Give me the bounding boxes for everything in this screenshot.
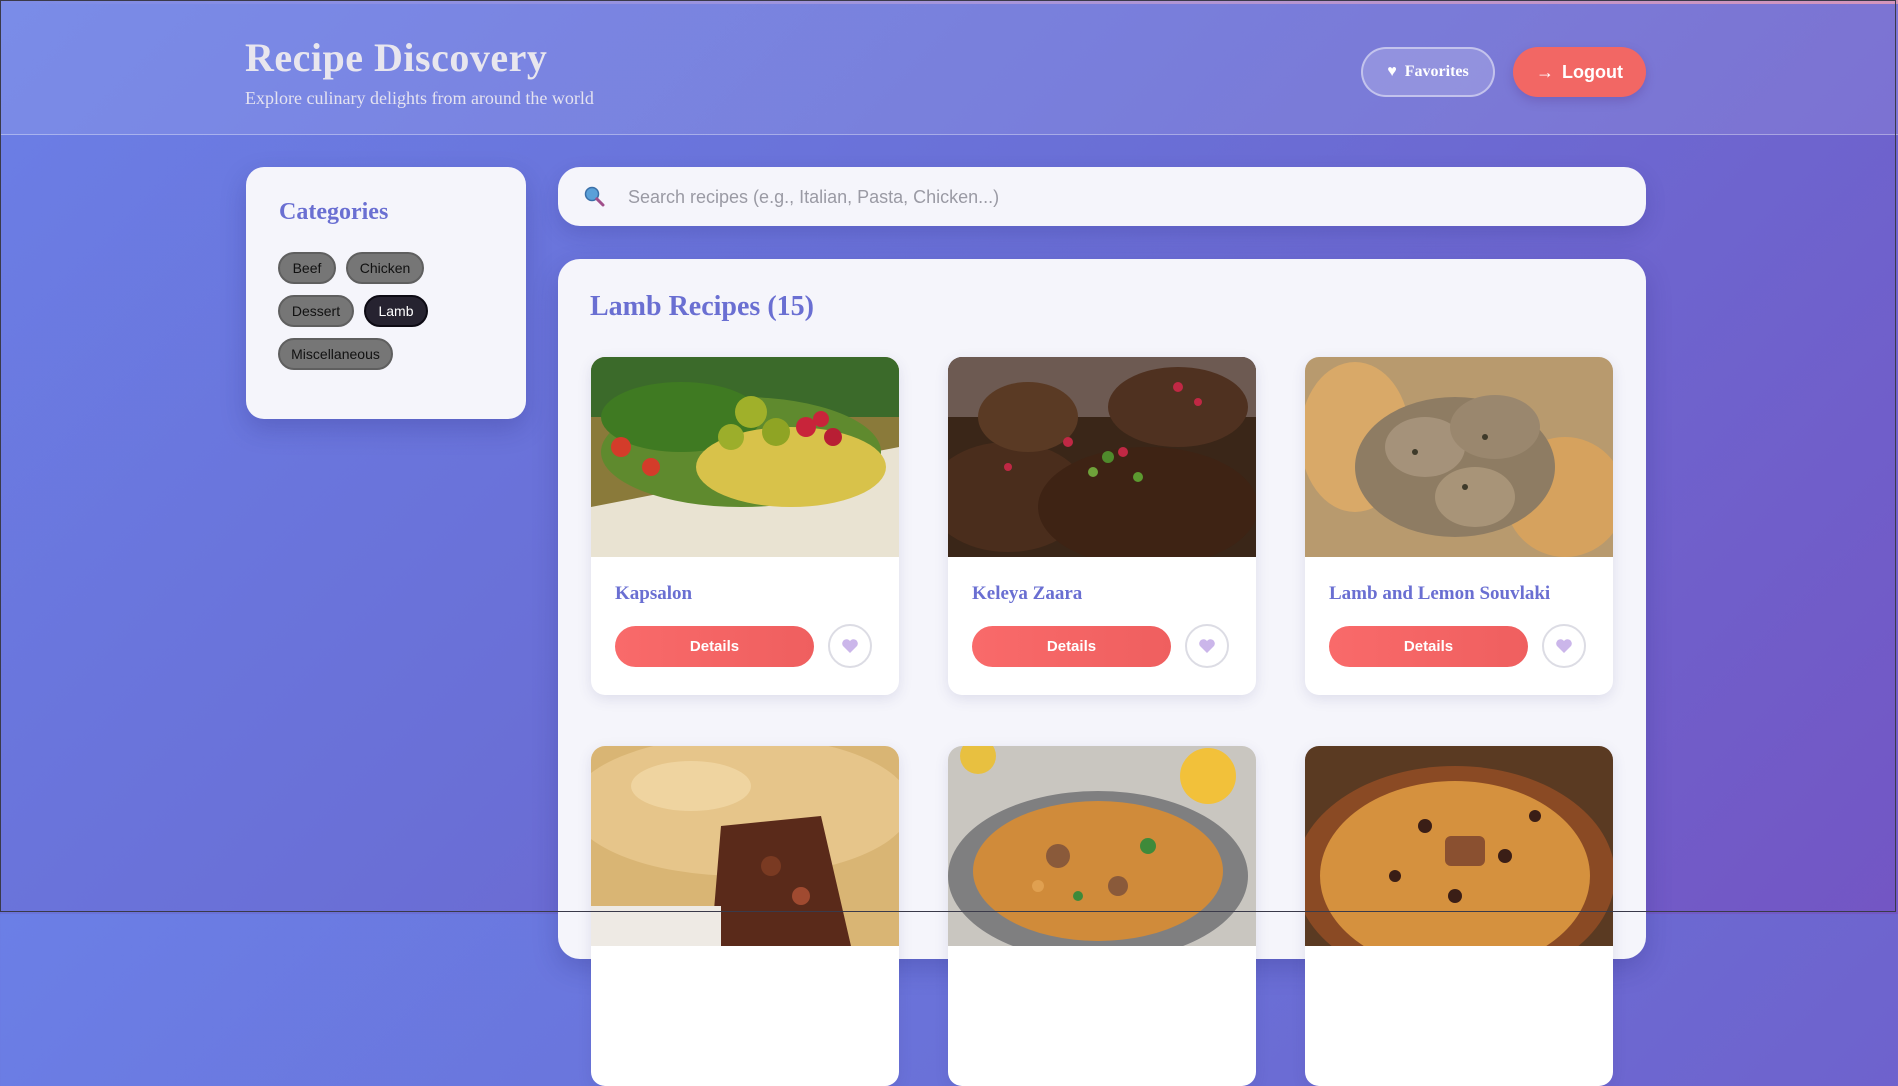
arrow-right-icon: →: [1536, 61, 1554, 82]
favorite-toggle[interactable]: [828, 624, 872, 668]
recipe-name: Lamb and Lemon Souvlaki: [1329, 583, 1551, 604]
recipes-panel: Lamb Recipes (15) Kapsalon Details Keley…: [558, 259, 1646, 1086]
recipe-card[interactable]: Lamb and Lemon Souvlaki Details: [1305, 357, 1613, 695]
category-chip-beef[interactable]: Beef: [278, 252, 336, 284]
recipes-title: Lamb Recipes (15): [590, 291, 814, 322]
favorite-toggle[interactable]: [1185, 624, 1229, 668]
recipe-name: Kapsalon: [615, 583, 693, 604]
recipe-photo: [948, 746, 1256, 946]
heart-icon: ♥: [1387, 63, 1397, 80]
recipe-photo: [591, 357, 899, 557]
recipe-card[interactable]: [1305, 746, 1613, 1086]
favorites-button[interactable]: ♥ Favorites: [1361, 47, 1495, 97]
search-bar: [558, 167, 1646, 226]
recipe-photo: [948, 357, 1256, 557]
logout-label: Logout: [1562, 61, 1623, 82]
app-subtitle: Explore culinary delights from around th…: [245, 88, 594, 108]
recipe-photo: [1305, 746, 1613, 946]
app-header: Recipe Discovery Explore culinary deligh…: [0, 0, 1898, 135]
recipe-card[interactable]: Keleya Zaara Details: [948, 357, 1256, 695]
heart-icon: [842, 639, 858, 653]
recipe-photo: [1305, 357, 1613, 557]
search-input[interactable]: [626, 179, 1620, 215]
recipe-card[interactable]: Kapsalon Details: [591, 357, 899, 695]
categories-title: Categories: [279, 199, 389, 225]
heart-icon: [1556, 639, 1572, 653]
recipe-card[interactable]: [591, 746, 899, 1086]
category-chip-dessert[interactable]: Dessert: [278, 295, 354, 327]
favorites-label: Favorites: [1404, 63, 1469, 80]
logout-button[interactable]: → Logout: [1513, 47, 1646, 97]
details-button[interactable]: Details: [1329, 626, 1528, 667]
app-title: Recipe Discovery: [245, 35, 548, 80]
recipe-card[interactable]: [948, 746, 1256, 1086]
category-chip-chicken[interactable]: Chicken: [346, 252, 424, 284]
category-chip-miscellaneous[interactable]: Miscellaneous: [278, 338, 393, 370]
recipe-name: Keleya Zaara: [972, 583, 1083, 604]
recipe-photo: [591, 746, 899, 946]
heart-icon: [1199, 639, 1215, 653]
details-button[interactable]: Details: [615, 626, 814, 667]
favorite-toggle[interactable]: [1542, 624, 1586, 668]
details-button[interactable]: Details: [972, 626, 1171, 667]
search-icon: [584, 186, 605, 207]
categories-panel: Categories Beef Chicken Dessert Lamb Mis…: [246, 167, 526, 419]
category-chip-lamb[interactable]: Lamb: [364, 295, 428, 327]
